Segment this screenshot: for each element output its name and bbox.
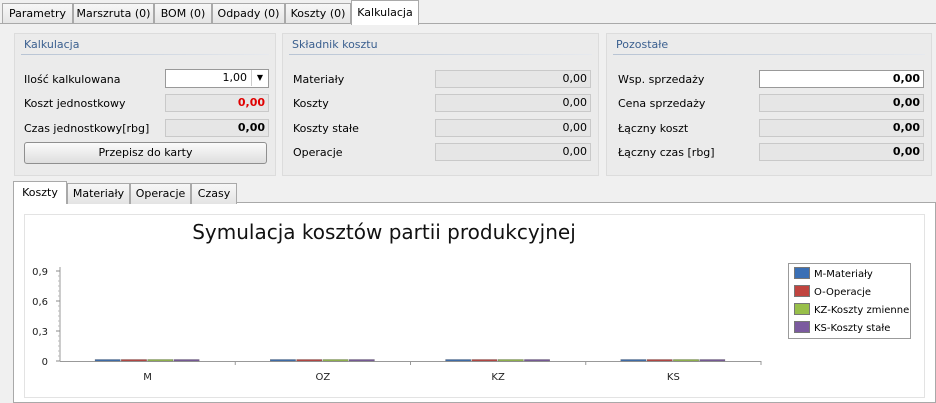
tab-kalkulacja[interactable]: Kalkulacja xyxy=(351,0,419,25)
bar xyxy=(497,359,524,362)
y-tick-label: 0,3 xyxy=(32,327,48,338)
tab-odpady[interactable]: Odpady (0) xyxy=(212,3,285,24)
bar xyxy=(349,359,375,362)
group-separator xyxy=(289,54,592,55)
bar xyxy=(673,359,699,362)
main-tabs: Parametry Marszruta (0) BOM (0) Odpady (… xyxy=(0,0,936,25)
legend-swatch xyxy=(794,285,810,297)
tab-koszty[interactable]: Koszty (0) xyxy=(285,3,351,24)
czas-jednostkowy-field: 0,00 xyxy=(165,119,269,137)
przepisz-button[interactable]: Przepisz do karty xyxy=(24,142,267,164)
tab-divider xyxy=(0,23,936,24)
x-tick-label: M xyxy=(143,372,152,383)
wsp-sprzedazy-label: Wsp. sprzedaży xyxy=(618,73,705,86)
y-tick-label: 0,6 xyxy=(32,297,48,308)
legend-label: M-Materiały xyxy=(814,269,873,280)
laczny-czas-field: 0,00 xyxy=(759,143,924,161)
laczny-czas-label: Łączny czas [rbg] xyxy=(618,146,715,159)
koszt-label: Koszt jednostkowy xyxy=(24,97,126,110)
laczny-koszt-field: 0,00 xyxy=(759,119,924,137)
legend-item: O-Operacje xyxy=(794,285,871,299)
koszty-stale-label: Koszty stałe xyxy=(293,122,359,135)
czas-label: Czas jednostkowy[rbg] xyxy=(24,122,150,135)
bar xyxy=(147,359,174,362)
tab-materialy[interactable]: Materiały xyxy=(67,183,130,204)
koszt-jednostkowy-field: 0,00 xyxy=(165,94,269,112)
skladnik-title: Składnik kosztu xyxy=(292,38,378,51)
skladnik-group: Składnik kosztu Materiały 0,00 Koszty 0,… xyxy=(282,33,599,176)
legend-swatch xyxy=(794,321,810,333)
ilosc-label: Ilość kalkulowana xyxy=(24,73,121,86)
materialy-label: Materiały xyxy=(293,73,345,86)
group-separator xyxy=(613,54,925,55)
legend-swatch xyxy=(794,303,810,315)
pozostale-group: Pozostałe Wsp. sprzedaży 0,00 Cena sprze… xyxy=(606,33,932,176)
legend-item: M-Materiały xyxy=(794,267,873,281)
group-separator xyxy=(21,54,269,55)
kalkulacja-group: Kalkulacja Ilość kalkulowana 1,00 ▼ Kosz… xyxy=(14,33,276,176)
legend-swatch xyxy=(794,267,810,279)
legend-item: KZ-Koszty zmienne xyxy=(794,303,909,317)
y-tick-label: 0,9 xyxy=(32,267,48,278)
chart-legend: M-Materiały O-Operacje KZ-Koszty zmienne KS… xyxy=(788,263,911,339)
bar xyxy=(121,359,147,362)
x-tick-label: KZ xyxy=(491,372,505,383)
koszty-stale-field: 0,00 xyxy=(435,119,591,137)
tab-parametry[interactable]: Parametry xyxy=(2,3,73,24)
bar xyxy=(620,359,647,362)
tab-operacje[interactable]: Operacje xyxy=(130,183,191,204)
tab-marszruta[interactable]: Marszruta (0) xyxy=(73,3,154,24)
wsp-sprzedazy-input[interactable]: 0,00 xyxy=(759,70,924,88)
bar xyxy=(524,359,550,362)
bar xyxy=(173,359,200,362)
bar xyxy=(270,359,296,362)
pozostale-title: Pozostałe xyxy=(616,38,669,51)
legend-label: KS-Koszty stałe xyxy=(814,323,891,334)
tab-czasy[interactable]: Czasy xyxy=(191,183,237,204)
chart-title: Symulacja kosztów partii produkcyjnej xyxy=(192,220,576,244)
operacje-field: 0,00 xyxy=(435,143,591,161)
tab-koszty-chart[interactable]: Koszty xyxy=(13,181,67,204)
kalkulacja-title: Kalkulacja xyxy=(24,38,80,51)
x-tick-label: OZ xyxy=(316,372,331,383)
cena-sprzedazy-field: 0,00 xyxy=(759,94,924,112)
bar xyxy=(94,359,121,362)
tab-bom[interactable]: BOM (0) xyxy=(154,3,212,24)
bar xyxy=(445,359,471,362)
ilosc-combo[interactable]: 1,00 ▼ xyxy=(165,69,269,88)
ilosc-value: 1,00 xyxy=(222,71,248,84)
bar xyxy=(322,359,349,362)
y-tick-label: 0 xyxy=(42,357,48,368)
legend-label: KZ-Koszty zmienne xyxy=(814,305,910,316)
legend-item: KS-Koszty stałe xyxy=(794,321,890,335)
operacje-label: Operacje xyxy=(293,146,343,159)
legend-label: O-Operacje xyxy=(814,287,872,298)
bar xyxy=(471,359,498,362)
koszty-label: Koszty xyxy=(293,97,329,110)
bar xyxy=(646,359,673,362)
cena-sprzedazy-label: Cena sprzedaży xyxy=(618,97,706,110)
bar xyxy=(296,359,323,362)
koszty-field: 0,00 xyxy=(435,94,591,112)
x-tick-label: KS xyxy=(667,372,680,383)
chevron-down-icon[interactable]: ▼ xyxy=(251,70,268,86)
materialy-field: 0,00 xyxy=(435,70,591,88)
bar xyxy=(699,359,726,362)
laczny-koszt-label: Łączny koszt xyxy=(618,122,689,135)
chart-plot: 0 0,3 0,6 0,9 M OZ KZ KS xyxy=(32,267,762,383)
